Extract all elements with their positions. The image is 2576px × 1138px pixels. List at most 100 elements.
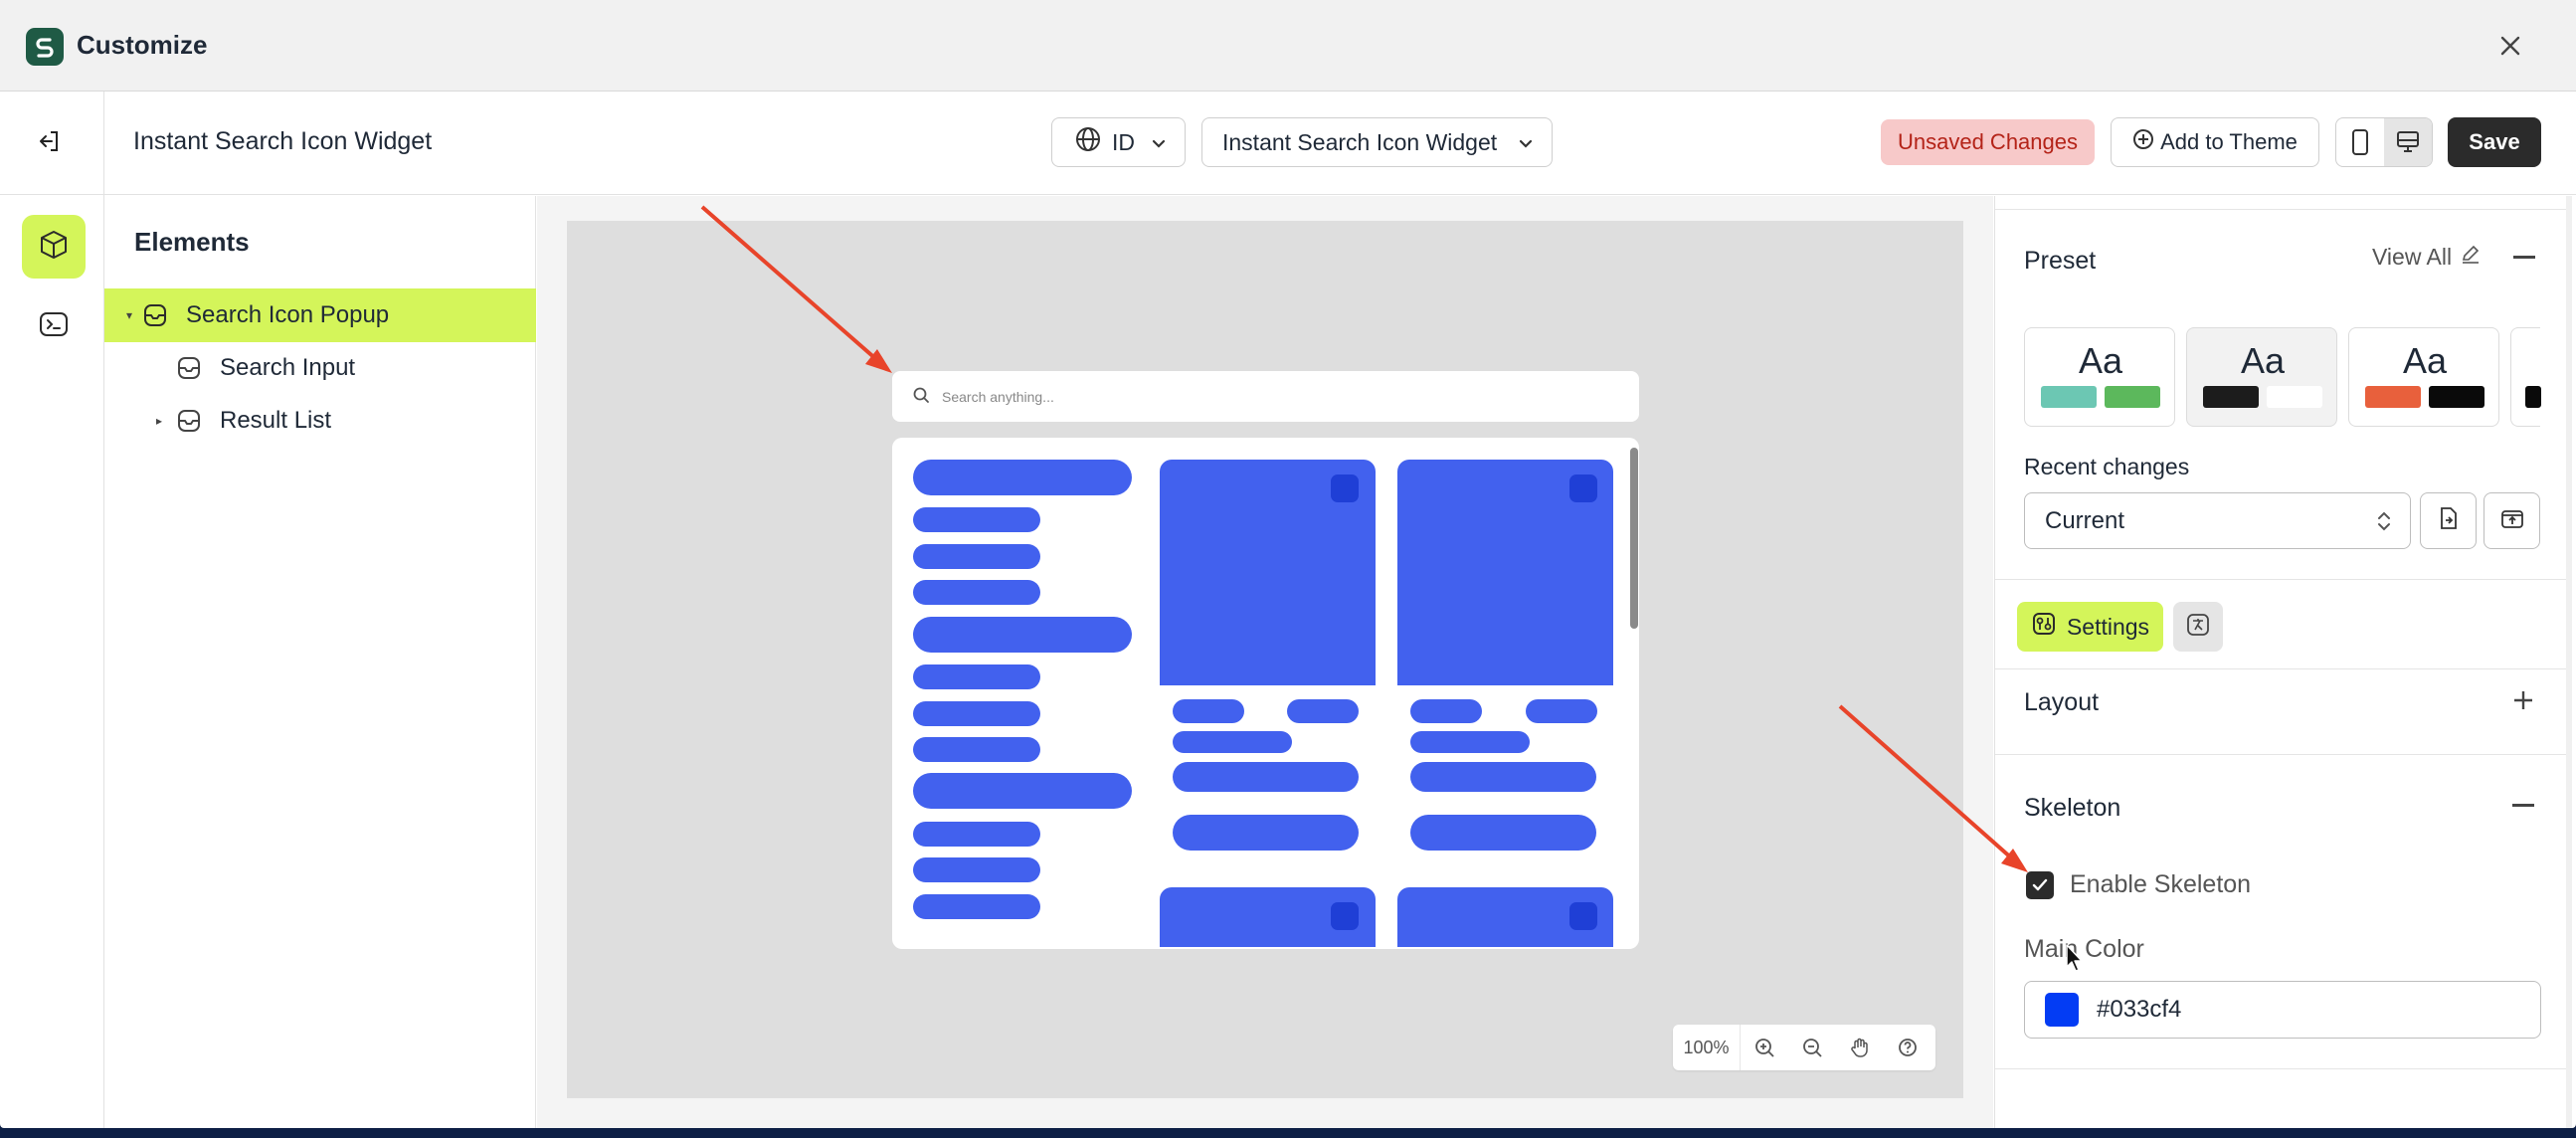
skeleton-title: Skeleton bbox=[2024, 794, 2121, 822]
skeleton-line bbox=[1410, 699, 1482, 723]
translate-icon bbox=[2185, 612, 2211, 643]
tree-item-label: Result List bbox=[220, 407, 332, 434]
divider bbox=[1995, 754, 2566, 755]
component-icon bbox=[174, 353, 204, 383]
elements-title: Elements bbox=[134, 227, 250, 257]
zoom-toolbar: 100% bbox=[1673, 1025, 1935, 1070]
caret-down-icon[interactable]: ▾ bbox=[126, 308, 140, 322]
skeleton-line bbox=[913, 737, 1040, 762]
chevron-down-icon bbox=[1516, 132, 1536, 159]
skeleton-line bbox=[913, 894, 1040, 919]
skeleton-line bbox=[1410, 731, 1530, 753]
skeleton-line bbox=[1173, 699, 1244, 723]
divider bbox=[1995, 1068, 2566, 1069]
tree-item-search-icon-popup[interactable]: ▾ Search Icon Popup bbox=[104, 288, 536, 342]
export-button[interactable] bbox=[2484, 492, 2540, 549]
import-button[interactable] bbox=[2420, 492, 2477, 549]
upload-box-icon bbox=[2499, 505, 2525, 536]
exit-icon[interactable] bbox=[30, 121, 70, 161]
recent-changes-select[interactable]: Current bbox=[2024, 492, 2411, 549]
collapse-icon[interactable] bbox=[2513, 256, 2535, 259]
help-icon[interactable] bbox=[1884, 1025, 1932, 1070]
view-all-button[interactable]: View All bbox=[2372, 243, 2482, 271]
skeleton-line bbox=[913, 664, 1040, 689]
divider bbox=[1995, 579, 2566, 580]
preset-card[interactable]: Aa bbox=[2024, 327, 2175, 427]
code-rail-button[interactable] bbox=[22, 294, 86, 358]
tab-settings[interactable]: Settings bbox=[2017, 602, 2163, 652]
popup-scrollbar[interactable] bbox=[1630, 448, 1638, 629]
divider bbox=[1995, 209, 2566, 210]
skeleton-badge bbox=[1331, 902, 1359, 930]
cube-icon bbox=[38, 229, 70, 266]
skeleton-line bbox=[913, 822, 1040, 847]
skeleton-line bbox=[913, 544, 1040, 569]
skeleton-line bbox=[913, 507, 1040, 532]
zoom-in-icon[interactable] bbox=[1741, 1025, 1788, 1070]
main-color-field[interactable]: #033cf4 bbox=[2024, 981, 2541, 1039]
skeleton-line bbox=[913, 857, 1040, 882]
layout-title: Layout bbox=[2024, 688, 2100, 716]
hand-icon[interactable] bbox=[1836, 1025, 1884, 1070]
preset-swatch bbox=[2365, 386, 2421, 408]
caret-right-icon[interactable]: ▸ bbox=[156, 414, 174, 428]
page-title: Instant Search Icon Widget bbox=[133, 127, 433, 155]
close-icon[interactable] bbox=[2492, 28, 2528, 64]
recent-changes-label: Recent changes bbox=[2024, 454, 2190, 479]
window-title: Customize bbox=[77, 30, 208, 60]
tree-item-label: Search Input bbox=[220, 354, 356, 381]
skeleton-line bbox=[1410, 762, 1596, 792]
elements-rail-button[interactable] bbox=[22, 215, 86, 279]
preset-card[interactable]: Aa bbox=[2348, 327, 2499, 427]
preview-search-input[interactable]: Search anything... bbox=[892, 371, 1639, 422]
skeleton-line bbox=[1173, 731, 1292, 753]
preset-card[interactable]: Aa bbox=[2186, 327, 2337, 427]
enable-skeleton-label[interactable]: Enable Skeleton bbox=[2070, 870, 2251, 899]
preview-result-popup bbox=[892, 438, 1639, 949]
preset-swatch bbox=[2105, 386, 2160, 408]
desktop-view-button[interactable] bbox=[2384, 118, 2432, 166]
mouse-cursor-icon bbox=[2065, 943, 2085, 973]
edit-icon bbox=[2460, 243, 2482, 271]
skeleton-line bbox=[913, 701, 1040, 726]
skeleton-badge bbox=[1569, 474, 1597, 502]
mobile-view-button[interactable] bbox=[2336, 118, 2384, 166]
divider bbox=[1995, 668, 2566, 669]
chevron-updown-icon bbox=[2376, 509, 2392, 540]
add-to-theme-button[interactable]: Add to Theme bbox=[2111, 117, 2319, 167]
zoom-out-icon[interactable] bbox=[1788, 1025, 1836, 1070]
skeleton-line bbox=[1526, 699, 1597, 723]
tree-item-result-list[interactable]: ▸ Result List bbox=[104, 394, 536, 448]
tab-translate[interactable] bbox=[2173, 602, 2223, 652]
skeleton-line bbox=[1410, 815, 1596, 851]
preset-title: Preset bbox=[2024, 247, 2097, 275]
widget-select-value: Instant Search Icon Widget bbox=[1222, 128, 1498, 155]
skeleton-line bbox=[913, 617, 1132, 653]
preset-swatch bbox=[2041, 386, 2097, 408]
sliders-icon bbox=[2031, 611, 2057, 643]
widget-select[interactable]: Instant Search Icon Widget bbox=[1201, 117, 1553, 167]
settings-scrollbar[interactable] bbox=[2566, 196, 2572, 1128]
unsaved-changes-badge: Unsaved Changes bbox=[1881, 119, 2095, 165]
preset-swatch bbox=[2429, 386, 2484, 408]
save-button[interactable]: Save bbox=[2448, 117, 2541, 167]
color-swatch[interactable] bbox=[2045, 993, 2079, 1027]
tab-settings-label: Settings bbox=[2066, 613, 2150, 640]
tree-item-search-input[interactable]: Search Input bbox=[104, 341, 536, 395]
skeleton-badge bbox=[1331, 474, 1359, 502]
preset-card-partial[interactable] bbox=[2510, 327, 2541, 427]
search-placeholder: Search anything... bbox=[942, 388, 1054, 405]
collapse-icon[interactable] bbox=[2512, 804, 2534, 807]
globe-icon bbox=[1074, 125, 1102, 159]
component-icon bbox=[174, 406, 204, 436]
language-select[interactable]: ID bbox=[1051, 117, 1186, 167]
title-bar: Customize bbox=[0, 0, 2576, 92]
expand-icon[interactable] bbox=[2512, 689, 2534, 711]
recent-changes-value: Current bbox=[2045, 506, 2125, 534]
plus-circle-icon bbox=[2132, 128, 2154, 156]
enable-skeleton-checkbox[interactable] bbox=[2026, 871, 2054, 899]
customize-window: Customize Instant Search Icon Widget ID … bbox=[0, 0, 2576, 1128]
skeleton-line bbox=[1173, 815, 1359, 851]
skeleton-line bbox=[913, 773, 1132, 809]
chevron-down-icon bbox=[1149, 132, 1169, 159]
